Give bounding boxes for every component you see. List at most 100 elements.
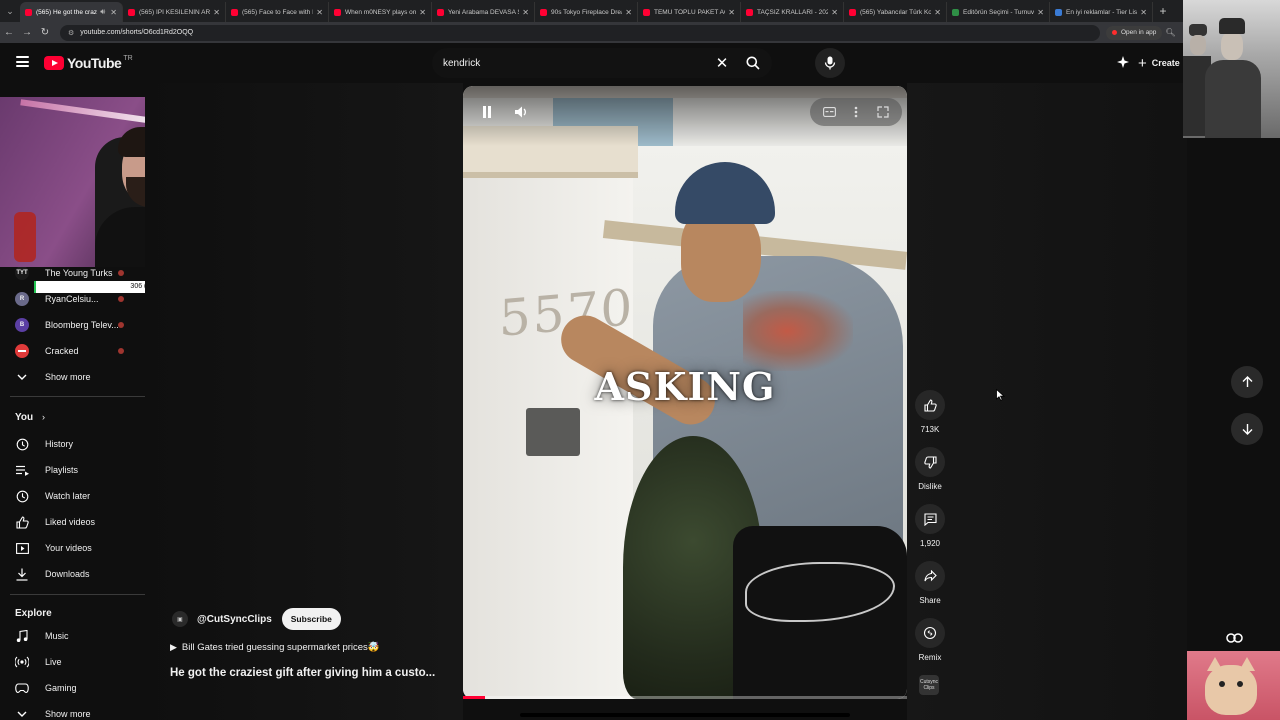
download-icon	[15, 567, 29, 581]
browser-tab[interactable]: En iyi reklamlar - Tier List ✕	[1050, 2, 1153, 22]
browser-tab[interactable]: Editörün Seçimi - Turnuva ✕	[947, 2, 1050, 22]
browser-tab[interactable]: (565) He got the crazi 🔊︎ ✕	[20, 2, 123, 22]
close-tab-icon[interactable]: ✕	[213, 8, 220, 17]
short-video-player[interactable]: 5570 ASKING	[463, 86, 907, 699]
browser-tab[interactable]: (565) İPİ KESİLENİN ARAB✕	[123, 2, 226, 22]
sidebar-item-label: Gaming	[45, 683, 77, 693]
close-tab-icon[interactable]: ✕	[831, 8, 838, 17]
more-vert-icon[interactable]	[854, 106, 858, 118]
close-tab-icon[interactable]: ✕	[522, 8, 529, 17]
channel-handle[interactable]: @CutSyncClips	[197, 614, 272, 625]
tab-audio-icon[interactable]: 🔊︎	[100, 7, 105, 17]
close-tab-icon[interactable]: ✕	[419, 8, 426, 17]
browser-tab[interactable]: When m0NESY plays on F ✕	[329, 2, 432, 22]
short-description[interactable]: ▶ Bill Gates tried guessing supermarket …	[170, 642, 380, 653]
you-section-title[interactable]: You ›	[15, 412, 45, 423]
youtube-logo[interactable]: YouTube TR	[44, 55, 133, 71]
dislike-button[interactable]	[915, 447, 945, 477]
close-tab-icon[interactable]: ✕	[934, 8, 941, 17]
sidebar-item-music[interactable]: Music	[0, 623, 145, 649]
mic-icon	[824, 56, 836, 70]
close-tab-icon[interactable]: ✕	[1037, 8, 1044, 17]
short-title[interactable]: He got the craziest gift after giving hi…	[170, 667, 435, 679]
create-button[interactable]: + Create	[1138, 49, 1180, 77]
arrow-down-icon	[1242, 424, 1252, 435]
sidebar-item-your-videos[interactable]: Your videos	[0, 535, 145, 561]
sidebar-item-liked-videos[interactable]: Liked videos	[0, 509, 145, 535]
playlists-icon	[15, 463, 29, 477]
open-in-app-label: Open in app	[1121, 29, 1157, 36]
fullscreen-icon[interactable]	[877, 106, 889, 118]
browser-tab[interactable]: (565) Yabancılar Türk Kori ✕	[844, 2, 947, 22]
close-tab-icon[interactable]: ✕	[110, 8, 117, 17]
tab-favicon-icon	[231, 8, 238, 16]
tab-title: TAÇSIZ KRALLARI - 2025 Y	[757, 8, 828, 16]
sidebar-item-live[interactable]: Live	[0, 649, 145, 675]
plus-icon: +	[1138, 54, 1147, 72]
url-field[interactable]: ⚙ youtube.com/shorts/O6cd1Rd2OQQ	[60, 24, 1100, 41]
live-indicator-icon	[118, 296, 124, 302]
search-query[interactable]: kendrick	[443, 58, 710, 69]
tab-search-icon[interactable]: ⌄	[0, 0, 20, 22]
search-input[interactable]: kendrick ✕	[432, 48, 772, 78]
forward-icon[interactable]: →	[18, 27, 36, 38]
captions-icon[interactable]	[823, 107, 837, 117]
video-progress-fill	[463, 696, 486, 699]
zoom-icon[interactable]: 🔍︎	[1162, 28, 1178, 37]
hamburger-menu-icon[interactable]	[16, 56, 29, 67]
site-info-icon[interactable]: ⚙	[68, 29, 74, 37]
comments-action: 1,920	[912, 504, 948, 548]
like-button[interactable]	[915, 390, 945, 420]
subscription-name: Bloomberg Telev...	[45, 320, 119, 330]
subscription-name: RyanCelsiu...	[45, 294, 99, 304]
search-button[interactable]	[734, 56, 772, 70]
sidebar-item-watch-later[interactable]: Watch later	[0, 483, 145, 509]
sidebar-subscription-item[interactable]: B Bloomberg Telev...	[0, 312, 145, 338]
pause-button[interactable]	[476, 101, 498, 123]
next-short-button[interactable]	[1231, 413, 1263, 445]
subscribe-button[interactable]: Subscribe	[281, 608, 341, 630]
browser-tab[interactable]: (565) Face to Face with In ✕	[226, 2, 329, 22]
audio-source-thumbnail[interactable]: Cutsync Clips	[919, 675, 939, 695]
show-more-subscriptions[interactable]: Show more	[0, 364, 145, 390]
close-tab-icon[interactable]: ✕	[316, 8, 323, 17]
browser-tab[interactable]: TAÇSIZ KRALLARI - 2025 Y✕	[741, 2, 844, 22]
browser-tab[interactable]: TEMU TOPLU PAKET AÇILI✕	[638, 2, 741, 22]
sidebar-item-playlists[interactable]: Playlists	[0, 457, 145, 483]
browser-tab[interactable]: Yeni Arabama DEVASA SE ✕	[432, 2, 535, 22]
share-button[interactable]	[915, 561, 945, 591]
sidebar-item-downloads[interactable]: Downloads	[0, 561, 145, 587]
clear-search-icon[interactable]: ✕	[710, 54, 734, 72]
chevron-down-icon	[15, 707, 29, 720]
new-tab-button[interactable]: +	[1153, 4, 1173, 18]
like-action: 713K	[912, 390, 948, 434]
reload-icon[interactable]: ↻	[36, 27, 54, 38]
browser-tab[interactable]: 90s Tokyo Fireplace Drea ✕	[535, 2, 638, 22]
sidebar-divider	[10, 396, 145, 397]
remix-button[interactable]	[915, 618, 945, 648]
your-videos-icon	[15, 541, 29, 555]
back-icon[interactable]: ←	[0, 27, 18, 38]
channel-avatar: TYT	[15, 266, 29, 280]
channel-avatar[interactable]: ▣	[172, 611, 188, 627]
show-more-explore[interactable]: Show more	[0, 701, 145, 720]
tab-title: Editörün Seçimi - Turnuva	[963, 8, 1035, 16]
sparkle-icon[interactable]	[1116, 55, 1130, 74]
sidebar-item-history[interactable]: History	[0, 431, 145, 457]
open-in-app-button[interactable]: Open in app	[1106, 25, 1163, 40]
thumbs-down-icon	[923, 455, 937, 469]
scrollbar-thumb[interactable]	[520, 713, 850, 717]
comments-button[interactable]	[915, 504, 945, 534]
close-tab-icon[interactable]: ✕	[1140, 8, 1147, 17]
close-tab-icon[interactable]: ✕	[625, 8, 632, 17]
sidebar-subscription-item[interactable]: Cracked	[0, 338, 145, 364]
close-tab-icon[interactable]: ✕	[728, 8, 735, 17]
video-progress-bar[interactable]	[463, 696, 907, 699]
you-label: You	[15, 412, 34, 423]
voice-search-button[interactable]	[815, 48, 845, 78]
volume-button[interactable]	[510, 101, 532, 123]
sidebar-item-gaming[interactable]: Gaming	[0, 675, 145, 701]
sidebar-item-label: Playlists	[45, 465, 79, 475]
previous-short-button[interactable]	[1231, 366, 1263, 398]
tab-title: (565) Yabancılar Türk Kori	[860, 8, 932, 16]
